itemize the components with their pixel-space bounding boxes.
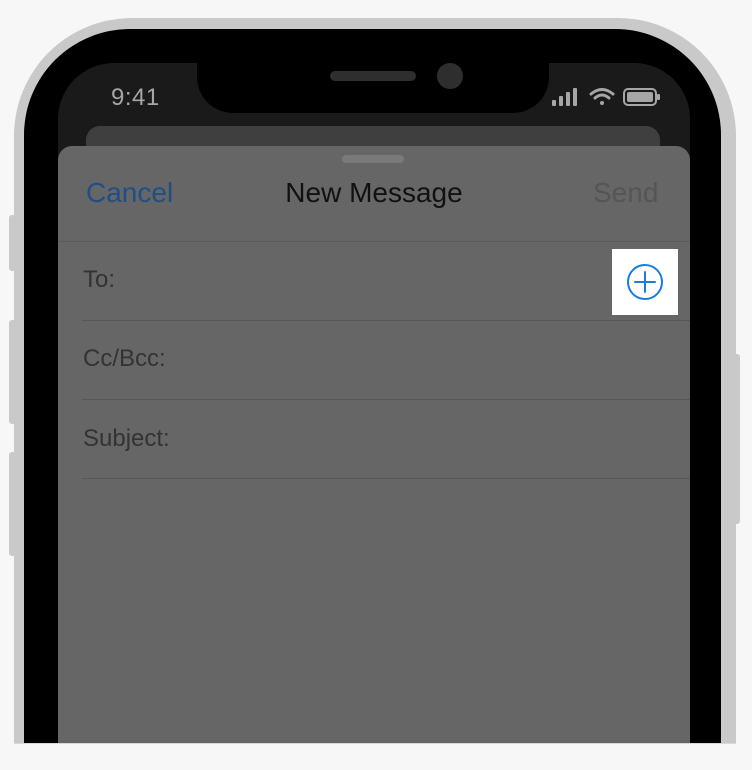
- send-button[interactable]: Send: [593, 177, 658, 209]
- cc-bcc-field-divider: [82, 399, 690, 400]
- subject-field-divider: [82, 478, 690, 479]
- battery-icon: [623, 88, 660, 106]
- add-circle-icon: [627, 264, 663, 300]
- front-camera: [437, 63, 463, 89]
- to-field-divider: [82, 320, 690, 321]
- frame-bottom-edge: [14, 743, 736, 744]
- signal-icon: [552, 88, 577, 106]
- status-icons: [550, 86, 662, 108]
- sheet-grabber[interactable]: [342, 155, 404, 163]
- wifi-icon: [589, 88, 615, 105]
- speaker-grille: [330, 71, 416, 81]
- status-time: 9:41: [111, 84, 160, 111]
- to-field-label: To:: [83, 266, 116, 293]
- cc-bcc-field-label: Cc/Bcc:: [83, 345, 166, 372]
- nav-divider: [58, 241, 690, 242]
- add-contact-button[interactable]: [612, 249, 678, 315]
- subject-field-label: Subject:: [83, 425, 170, 452]
